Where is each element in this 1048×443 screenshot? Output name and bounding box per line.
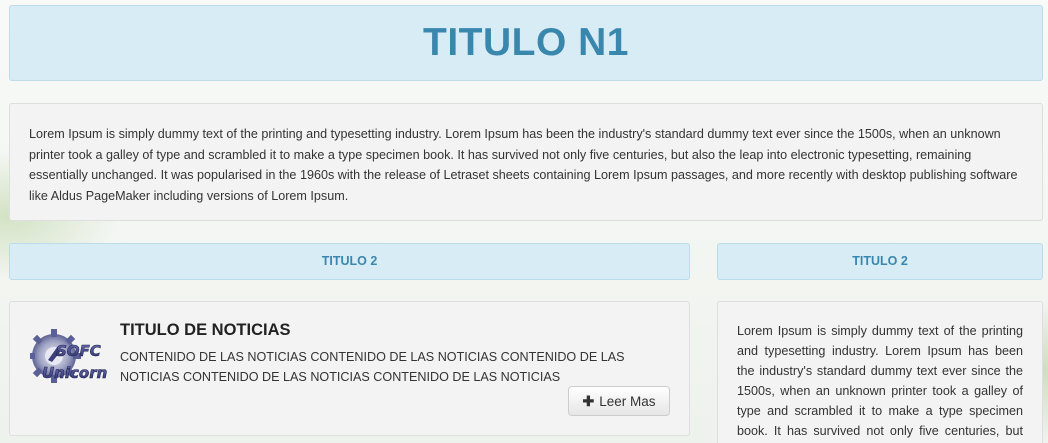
- page-header: TITULO N1: [9, 5, 1043, 81]
- side-section-header: TITULO 2: [717, 243, 1043, 280]
- page: TITULO N1 Lorem Ipsum is simply dummy te…: [0, 0, 1048, 443]
- news-item: SOFC Unicorn TITULO DE NOTICIAS CONTENID…: [9, 301, 690, 436]
- read-more-button[interactable]: ✚ Leer Mas: [568, 386, 670, 416]
- svg-text:SOFC: SOFC: [56, 342, 101, 360]
- news-title[interactable]: TITULO DE NOTICIAS: [120, 321, 291, 340]
- main-section-title: TITULO 2: [321, 254, 378, 268]
- sofc-unicorn-logo-icon: SOFC Unicorn: [27, 322, 110, 400]
- side-section-title: TITULO 2: [852, 254, 908, 268]
- intro-panel: Lorem Ipsum is simply dummy text of the …: [9, 103, 1043, 221]
- side-text: Lorem Ipsum is simply dummy text of the …: [737, 324, 1023, 438]
- side-panel: Lorem Ipsum is simply dummy text of the …: [717, 301, 1043, 443]
- intro-text: Lorem Ipsum is simply dummy text of the …: [29, 127, 1018, 203]
- news-content: CONTENIDO DE LAS NOTICIAS CONTENIDO DE L…: [120, 350, 625, 384]
- main-section-header: TITULO 2: [9, 243, 690, 280]
- read-more-label: Leer Mas: [599, 393, 656, 409]
- plus-icon: ✚: [582, 392, 595, 409]
- svg-text:Unicorn: Unicorn: [42, 364, 107, 382]
- page-title: TITULO N1: [423, 21, 629, 64]
